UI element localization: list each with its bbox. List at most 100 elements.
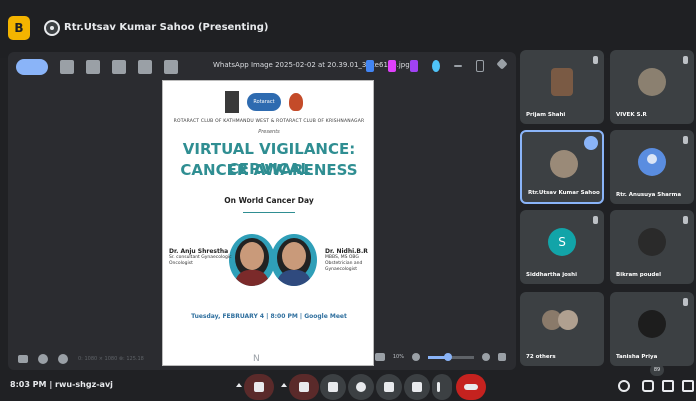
club-emblem-icon <box>289 93 303 111</box>
participant-tile[interactable]: Tanisha Priya <box>610 292 694 366</box>
participant-tile-active-speaker[interactable]: Rtr.Utsav Kumar Sahoo <box>520 130 604 204</box>
mic-muted-icon <box>683 216 688 224</box>
maximize-icon[interactable] <box>476 60 484 72</box>
mic-off-icon <box>254 382 264 392</box>
viewer-bottom-bar: 0: 1080 × 1080 ⊗: 125.18 N 10% <box>8 348 516 370</box>
event-poster: Rotaract ROTARACT CLUB OF KATHMANDU WEST… <box>162 80 374 366</box>
presentation-stage: WhatsApp Image 2025-02-02 at 20.39.01_33… <box>8 52 516 370</box>
audio-options-chevron-icon[interactable] <box>236 383 242 387</box>
avatar <box>638 310 666 338</box>
hand-icon <box>412 382 422 392</box>
people-icon[interactable] <box>642 380 654 392</box>
participant-name: Siddhartha joshi <box>526 272 577 278</box>
club-logo-icon <box>225 91 239 113</box>
separator: | <box>49 380 53 389</box>
raise-hand-button[interactable] <box>404 374 430 400</box>
captions-button[interactable] <box>320 374 346 400</box>
app-icon-blue[interactable] <box>366 60 374 72</box>
participant-tile[interactable]: VIVEK S.R <box>610 50 694 124</box>
zoom-slider[interactable] <box>428 352 474 361</box>
clock: 8:03 PM <box>10 380 47 389</box>
event-when: Tuesday, FEBRUARY 4 | 8:00 PM | Google M… <box>191 313 347 320</box>
poster-title-line2: CANCER AWARENESS <box>180 161 358 179</box>
hang-up-icon <box>464 384 478 390</box>
info-icon[interactable] <box>58 354 68 364</box>
leave-call-button[interactable] <box>456 374 486 400</box>
window-controls <box>366 58 508 72</box>
rotaract-logo: Rotaract <box>247 93 281 111</box>
fit-icon[interactable] <box>374 353 385 361</box>
mic-muted-icon <box>683 56 688 64</box>
mic-toggle-button[interactable] <box>244 374 274 400</box>
app-icon-violet[interactable] <box>410 60 418 72</box>
more-vert-icon <box>437 382 440 392</box>
heart-icon[interactable] <box>38 354 48 364</box>
speaker-right-role: MBBS, MS OBG Obstetrician and Gynaecolog… <box>325 255 363 272</box>
present-button[interactable] <box>376 374 402 400</box>
avatar <box>551 68 573 96</box>
participant-name: VIVEK S.R <box>616 112 647 118</box>
view-mode-toggle[interactable] <box>16 59 48 75</box>
avatar <box>638 68 666 96</box>
mic-muted-icon <box>593 56 598 64</box>
speaker-photo-left <box>229 234 275 286</box>
activities-icon[interactable] <box>682 380 694 392</box>
participant-tile[interactable]: Rtr. Anusuya Sharma <box>610 130 694 204</box>
expand-icon[interactable] <box>498 353 506 361</box>
zoom-level[interactable]: 10% <box>393 354 404 360</box>
participant-name: Rtr.Utsav Kumar Sahoo <box>528 190 600 196</box>
avatar <box>558 310 578 330</box>
presenting-label: Rtr.Utsav Kumar Sahoo (Presenting) <box>64 22 269 33</box>
close-icon[interactable] <box>496 58 508 70</box>
avatar <box>638 228 666 256</box>
participant-tile[interactable]: Prijam Shahi <box>520 50 604 124</box>
video-options-chevron-icon[interactable] <box>281 383 287 387</box>
participant-count-badge: 89 <box>650 364 664 376</box>
speaking-icon <box>584 136 598 150</box>
center-glyph: N <box>253 354 260 364</box>
others-tile[interactable]: 72 others <box>520 292 604 366</box>
screen-icon[interactable] <box>18 355 28 363</box>
present-icon <box>384 382 394 392</box>
reactions-button[interactable] <box>348 374 374 400</box>
delete-icon[interactable] <box>86 60 100 74</box>
speaker-photo-right <box>271 234 317 286</box>
divider <box>243 212 295 213</box>
poster-subtitle: On World Cancer Day <box>224 196 314 205</box>
camera-off-icon <box>299 382 309 392</box>
pin-badge-icon[interactable]: B <box>8 16 30 40</box>
club-logos: Rotaract <box>225 89 315 115</box>
info-icon[interactable] <box>618 380 630 392</box>
zoom-controls: 10% <box>374 352 506 361</box>
initial-avatar: S <box>548 228 576 256</box>
avatar <box>550 150 578 178</box>
presenting-icon <box>44 20 60 36</box>
meeting-info: 8:03 PM | rwu-shgz-avj <box>10 380 113 389</box>
participant-name: Bikram poudel <box>616 272 661 278</box>
speaker-left-info: Dr. Anju Shrestha Sr. consultant Gynaeco… <box>169 249 233 267</box>
minimize-icon[interactable] <box>454 65 462 67</box>
participant-name: Prijam Shahi <box>526 112 566 118</box>
cloud-icon[interactable] <box>432 60 440 72</box>
app-icon-purple[interactable] <box>388 60 396 72</box>
emoji-icon <box>356 382 366 392</box>
participant-tile[interactable]: Bikram poudel <box>610 210 694 284</box>
more-options-button[interactable] <box>432 374 452 400</box>
rotate-icon[interactable] <box>60 60 74 74</box>
mic-muted-icon <box>593 216 598 224</box>
image-info: 0: 1080 × 1080 ⊗: 125.18 <box>78 356 144 362</box>
chat-icon[interactable] <box>662 380 674 392</box>
grid-icon[interactable] <box>138 60 152 74</box>
captions-icon <box>328 382 338 392</box>
zoom-out-icon[interactable] <box>412 353 420 361</box>
meeting-code[interactable]: rwu-shgz-avj <box>55 380 113 389</box>
camera-toggle-button[interactable] <box>289 374 319 400</box>
zoom-in-icon[interactable] <box>482 353 490 361</box>
participant-tile[interactable]: S Siddhartha joshi <box>520 210 604 284</box>
print-icon[interactable] <box>112 60 126 74</box>
more-icon[interactable] <box>164 60 178 74</box>
speaker-left-role: Sr. consultant Gynaecologic Oncologist <box>169 255 232 266</box>
clubs-line: ROTARACT CLUB OF KATHMANDU WEST & ROTARA… <box>173 119 365 124</box>
others-count: 72 others <box>526 354 556 360</box>
mic-muted-icon <box>683 136 688 144</box>
